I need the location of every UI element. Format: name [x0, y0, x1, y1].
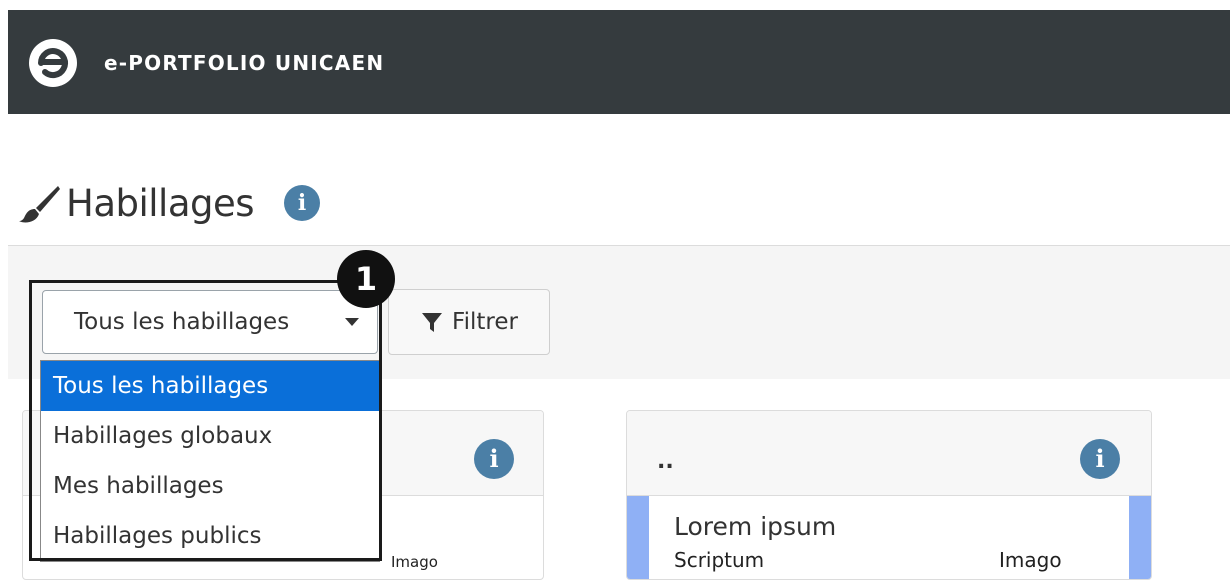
- card-title: ..: [657, 449, 674, 474]
- skin-filter-dropdown: Tous les habillages Habillages globaux M…: [40, 360, 380, 562]
- dropdown-option-public[interactable]: Habillages publics: [41, 511, 379, 561]
- page-title: Habillages i: [18, 178, 321, 228]
- caret-down-icon: [345, 318, 359, 326]
- info-icon[interactable]: i: [474, 439, 514, 479]
- filter-button-label: Filtrer: [452, 309, 518, 335]
- paint-brush-icon: [19, 186, 60, 223]
- preview-heading: Lorem ipsum: [674, 512, 837, 541]
- filter-button[interactable]: Filtrer: [388, 289, 550, 355]
- funnel-icon: [422, 313, 443, 332]
- callout-number-badge: 1: [337, 250, 395, 308]
- brand-name[interactable]: e-PORTFOLIO UNICAEN: [104, 51, 384, 75]
- skin-card: .. i Lorem ipsum Scriptum Imago: [626, 410, 1152, 580]
- info-icon[interactable]: i: [1080, 439, 1120, 479]
- e-logo-icon[interactable]: [29, 39, 77, 87]
- page-title-text: Habillages: [66, 181, 255, 225]
- dropdown-option-mine[interactable]: Mes habillages: [41, 461, 379, 511]
- top-navbar: e-PORTFOLIO UNICAEN: [8, 10, 1230, 114]
- select-value: Tous les habillages: [74, 309, 290, 335]
- dropdown-option-all[interactable]: Tous les habillages: [41, 361, 379, 411]
- dropdown-option-global[interactable]: Habillages globaux: [41, 411, 379, 461]
- preview-right-text: Imago: [999, 548, 1062, 572]
- preview-left-text: Scriptum: [674, 548, 765, 572]
- preview-right-text: Imago: [391, 553, 438, 571]
- card-header: .. i: [627, 411, 1151, 496]
- skin-filter-select[interactable]: Tous les habillages: [42, 290, 378, 354]
- info-icon[interactable]: i: [284, 185, 321, 221]
